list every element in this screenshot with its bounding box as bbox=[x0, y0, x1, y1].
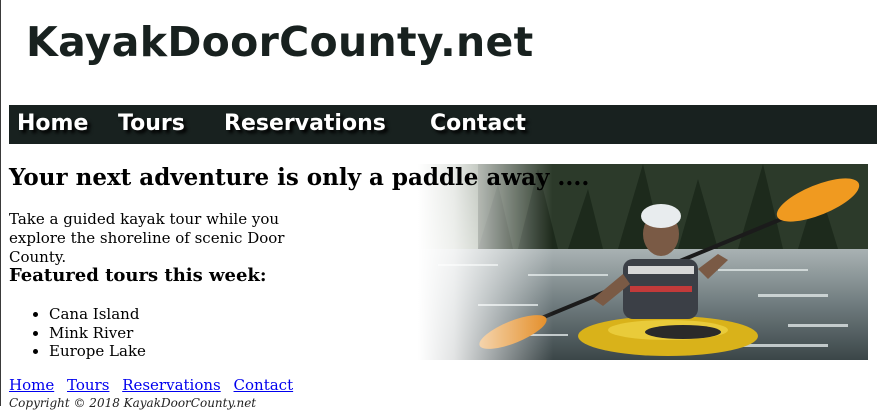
hero-photo-fade bbox=[418, 164, 868, 360]
page-left-border bbox=[0, 0, 1, 406]
footer-home-link[interactable]: Home bbox=[9, 376, 54, 394]
footer-reservations-link[interactable]: Reservations bbox=[122, 376, 221, 394]
hero-intro-text: Take a guided kayak tour while you explo… bbox=[9, 210, 339, 267]
copyright-text: Copyright © 2018 KayakDoorCounty.net bbox=[9, 396, 257, 410]
nav-tours-link[interactable]: Tours bbox=[118, 111, 185, 136]
hero-kayaker-photo bbox=[418, 164, 868, 360]
list-item: Cana Island bbox=[49, 305, 146, 324]
nav-home-link[interactable]: Home bbox=[17, 111, 88, 136]
list-item: Mink River bbox=[49, 324, 146, 343]
nav-contact-link[interactable]: Contact bbox=[430, 111, 526, 136]
footer-contact-link[interactable]: Contact bbox=[234, 376, 294, 394]
footer-nav: Home Tours Reservations Contact bbox=[9, 376, 301, 394]
featured-tours-heading: Featured tours this week: bbox=[9, 265, 267, 286]
intro-line-1: Take a guided kayak tour while you bbox=[9, 210, 280, 228]
site-logo[interactable]: KayakDoorCounty.net bbox=[26, 18, 534, 66]
footer-tours-link[interactable]: Tours bbox=[67, 376, 109, 394]
nav-reservations-link[interactable]: Reservations bbox=[224, 111, 386, 136]
featured-tours-list: Cana Island Mink River Europe Lake bbox=[9, 305, 146, 361]
intro-line-2: explore the shoreline of scenic Door Cou… bbox=[9, 229, 285, 266]
main-nav: Home Tours Reservations Contact bbox=[9, 105, 877, 144]
list-item: Europe Lake bbox=[49, 342, 146, 361]
hero-heading: Your next adventure is only a paddle awa… bbox=[9, 164, 590, 191]
